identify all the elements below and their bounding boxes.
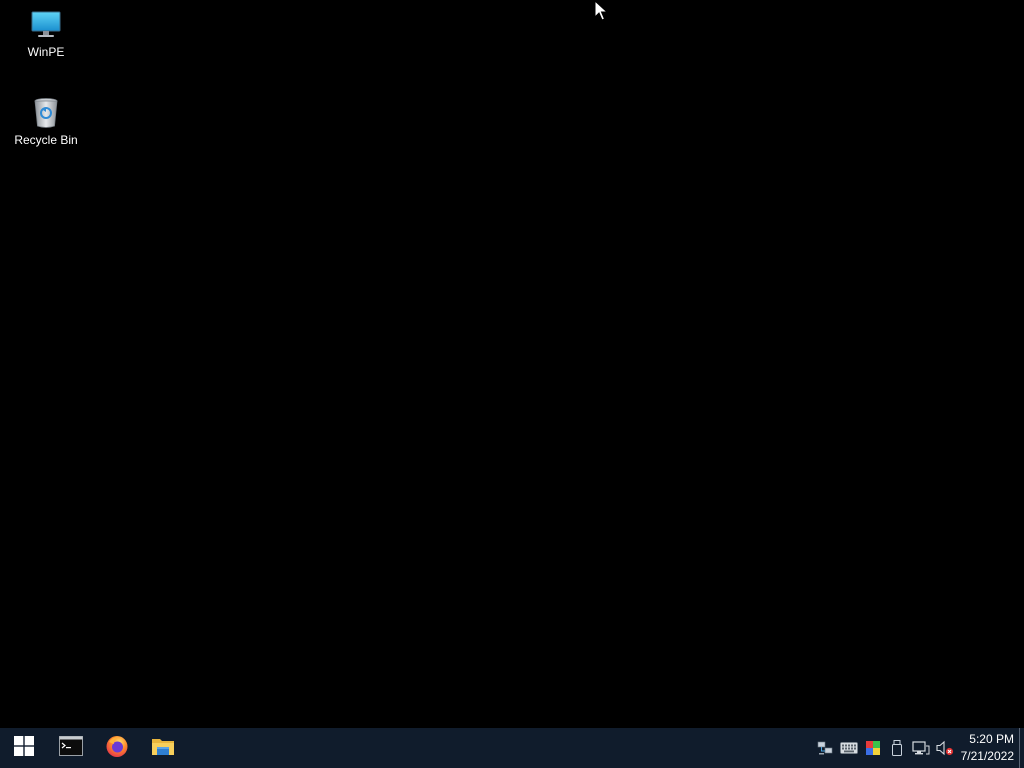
desktop[interactable]: WinPE Recycle Bin (0, 0, 1024, 728)
taskbar-clock[interactable]: 5:20 PM 7/21/2022 (954, 728, 1014, 768)
start-button[interactable] (0, 728, 48, 768)
command-prompt-icon (59, 735, 83, 761)
taskbar-firefox-button[interactable] (94, 728, 140, 768)
desktop-icon-label: Recycle Bin (14, 133, 78, 147)
file-explorer-icon (151, 736, 175, 761)
clock-date: 7/21/2022 (960, 749, 1014, 763)
taskbar-command-prompt-button[interactable] (48, 728, 94, 768)
keyboard-icon[interactable] (840, 739, 858, 757)
show-desktop-button[interactable] (1019, 728, 1024, 768)
usb-drive-icon[interactable] (888, 739, 906, 757)
desktop-icon-winpe[interactable]: WinPE (8, 8, 84, 59)
volume-muted-icon[interactable] (936, 739, 954, 757)
desktop-icon-label: WinPE (27, 45, 65, 59)
mouse-cursor-icon (594, 0, 609, 22)
clock-time: 5:20 PM (969, 732, 1014, 746)
recycle-bin-icon (29, 96, 63, 130)
firefox-icon (105, 734, 129, 763)
windows-start-icon (14, 735, 34, 761)
network-icon[interactable] (912, 739, 930, 757)
computer-icon (29, 8, 63, 42)
system-tray (816, 728, 954, 768)
taskbar: 5:20 PM 7/21/2022 (0, 728, 1024, 768)
desktop-icon-recycle-bin[interactable]: Recycle Bin (8, 96, 84, 147)
taskbar-file-explorer-button[interactable] (140, 728, 186, 768)
color-palette-icon[interactable] (864, 739, 882, 757)
network-share-icon[interactable] (816, 739, 834, 757)
